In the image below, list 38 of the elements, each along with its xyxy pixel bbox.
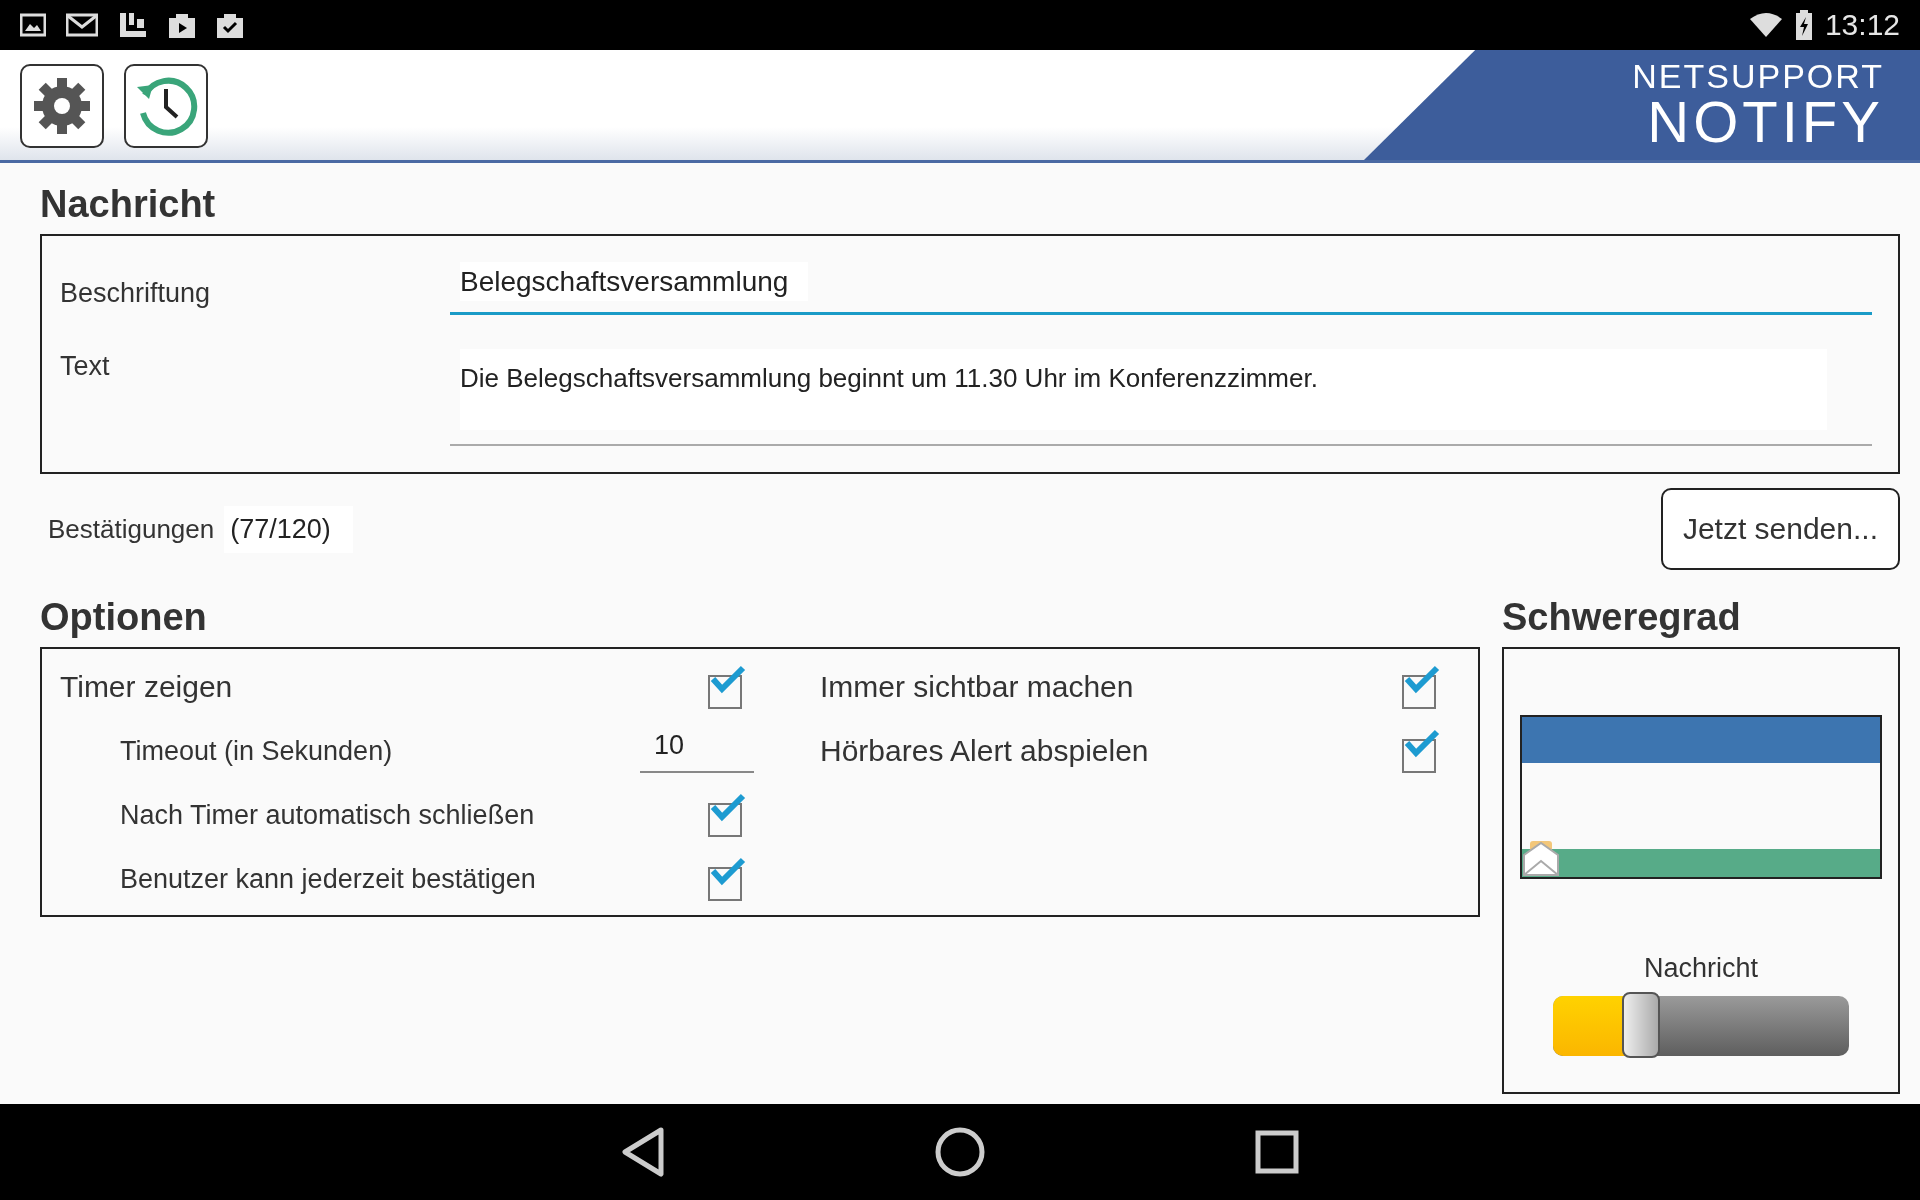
- logo-text: NOTIFY: [1647, 93, 1884, 151]
- history-button[interactable]: [124, 64, 208, 148]
- confirmations-label: Bestätigungen: [48, 513, 215, 545]
- option-label: Immer sichtbar machen: [820, 670, 1134, 704]
- option-label: Timer zeigen: [60, 670, 233, 704]
- section-heading: Optionen: [40, 596, 208, 639]
- option-label: Hörbares Alert abspielen: [820, 734, 1149, 768]
- wifi-icon: [1748, 12, 1783, 38]
- option-label: Nach Timer automatisch schließen: [120, 799, 535, 831]
- settings-button[interactable]: [20, 64, 104, 148]
- recent-apps-icon[interactable]: [1255, 1130, 1299, 1174]
- clock-time: 13:12: [1824, 8, 1900, 42]
- send-now-button[interactable]: Jetzt senden...: [1660, 488, 1900, 570]
- check-icon: [1404, 665, 1440, 695]
- home-icon[interactable]: [935, 1127, 985, 1177]
- mail-notification-icon: [66, 13, 98, 37]
- option-label: Benutzer kann jederzeit bestätigen: [120, 863, 536, 895]
- option-label: Timeout (in Sekunden): [120, 735, 393, 767]
- battery-icon: [1794, 10, 1813, 40]
- logo-text: NETSUPPORT: [1632, 59, 1884, 93]
- app-notification-icon: [118, 11, 148, 39]
- caption-input-field[interactable]: Belegschaftsversammlung: [450, 256, 1872, 315]
- image-notification-icon: [20, 13, 46, 37]
- check-icon: [710, 793, 746, 823]
- back-icon[interactable]: [621, 1127, 665, 1177]
- check-icon: [1404, 729, 1440, 759]
- task-done-icon: [216, 11, 244, 39]
- section-heading: Nachricht: [40, 183, 217, 226]
- confirmations-count: (77/120): [224, 505, 353, 553]
- check-icon: [710, 857, 746, 887]
- number-input-field[interactable]: 10: [640, 729, 754, 773]
- play-store-icon: [168, 11, 196, 39]
- slider-thumb[interactable]: [1621, 992, 1660, 1058]
- field-label: Beschriftung: [60, 277, 212, 309]
- severity-level-label: Nachricht: [1643, 953, 1758, 984]
- section-heading: Schweregrad: [1502, 596, 1742, 639]
- check-icon: [710, 665, 746, 695]
- field-label: Text: [60, 350, 111, 382]
